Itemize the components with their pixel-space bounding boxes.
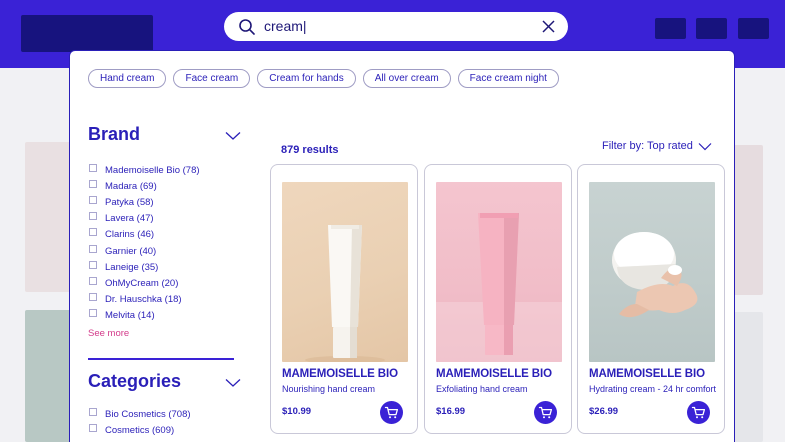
brand-option-label: Clarins (46): [105, 229, 155, 241]
header-button-2[interactable]: [696, 18, 727, 39]
product-brand[interactable]: MAMEMOISELLE BIO: [589, 368, 705, 380]
checkbox[interactable]: [89, 212, 97, 221]
suggestion-chip[interactable]: Face cream night: [457, 69, 559, 88]
brand-option-label: Madara (69): [105, 180, 157, 192]
brand-option-label: Lavera (47): [105, 213, 154, 225]
product-card[interactable]: MAMEMOISELLE BIO Hydrating cream - 24 hr…: [577, 164, 725, 434]
suggestion-chip[interactable]: Cream for hands: [257, 69, 356, 88]
checkbox[interactable]: [89, 423, 97, 432]
product-brand[interactable]: MAMEMOISELLE BIO: [436, 368, 552, 380]
brand-option-label: Melvita (14): [105, 310, 155, 322]
category-option[interactable]: Bio Cosmetics (708): [89, 406, 191, 422]
cream-tube-image: [305, 225, 385, 362]
sort-filter[interactable]: Filter by: Top rated: [602, 140, 693, 152]
brand-option-label: Patyka (58): [105, 196, 154, 208]
brand-option[interactable]: Garnier (40): [89, 243, 200, 259]
brand-option[interactable]: Lavera (47): [89, 211, 200, 227]
background-tile: [25, 142, 75, 292]
brand-facet-title[interactable]: Brand: [88, 124, 140, 145]
checkbox[interactable]: [89, 195, 97, 204]
brand-facet-list: Mademoiselle Bio (78) Madara (69) Patyka…: [89, 162, 200, 324]
brand-option-label: Laneige (35): [105, 261, 159, 273]
product-card[interactable]: MAMEMOISELLE BIO Nourishing hand cream $…: [270, 164, 418, 434]
checkbox[interactable]: [89, 163, 97, 172]
brand-option-label: OhMyCream (20): [105, 277, 179, 289]
add-to-cart-button[interactable]: [687, 401, 710, 424]
search-input[interactable]: cream|: [264, 18, 307, 34]
product-description: Hydrating cream - 24 hr comfort: [589, 384, 717, 394]
category-option-label: Cosmetics (609): [105, 424, 175, 436]
search-bar[interactable]: cream|: [224, 12, 568, 41]
brand-option[interactable]: Madara (69): [89, 178, 200, 194]
brand-option[interactable]: Dr. Hauschka (18): [89, 292, 200, 308]
brand-option-label: Mademoiselle Bio (78): [105, 164, 200, 176]
chevron-down-icon[interactable]: [225, 378, 241, 388]
product-description: Exfoliating hand cream: [436, 384, 528, 394]
checkbox[interactable]: [89, 293, 97, 302]
suggestion-chip[interactable]: All over cream: [362, 69, 451, 88]
product-image[interactable]: [589, 182, 715, 362]
category-option[interactable]: Cosmetics (609): [89, 422, 191, 438]
cart-icon: [538, 406, 553, 419]
brand-option[interactable]: Patyka (58): [89, 194, 200, 210]
chevron-down-icon[interactable]: [698, 142, 712, 151]
suggestion-chips: Hand cream Face cream Cream for hands Al…: [88, 69, 559, 88]
product-description: Nourishing hand cream: [282, 384, 376, 394]
checkbox[interactable]: [89, 179, 97, 188]
checkbox[interactable]: [89, 309, 97, 318]
brand-option-label: Garnier (40): [105, 245, 157, 257]
checkbox[interactable]: [89, 244, 97, 253]
search-suggestions-panel: Hand cream Face cream Cream for hands Al…: [69, 50, 735, 442]
checkbox[interactable]: [89, 276, 97, 285]
background-tile: [733, 145, 763, 295]
cream-tube-image: [436, 213, 562, 362]
checkbox[interactable]: [89, 228, 97, 237]
see-more-link[interactable]: See more: [88, 328, 129, 339]
header-button-1[interactable]: [655, 18, 686, 39]
category-option-label: Bio Cosmetics (708): [105, 408, 191, 420]
product-card[interactable]: MAMEMOISELLE BIO Exfoliating hand cream …: [424, 164, 572, 434]
cart-icon: [691, 406, 706, 419]
product-price: $10.99: [282, 406, 312, 417]
brand-option[interactable]: Melvita (14): [89, 308, 200, 324]
product-price: $16.99: [436, 406, 466, 417]
close-icon[interactable]: [541, 19, 556, 34]
brand-option[interactable]: Laneige (35): [89, 259, 200, 275]
product-price: $26.99: [589, 406, 619, 417]
background-tile: [733, 312, 763, 442]
suggestion-chip[interactable]: Hand cream: [88, 69, 167, 88]
add-to-cart-button[interactable]: [380, 401, 403, 424]
chevron-down-icon[interactable]: [225, 131, 241, 141]
cream-jar-in-hand-image: [612, 232, 698, 318]
checkbox[interactable]: [89, 260, 97, 269]
checkbox[interactable]: [89, 407, 97, 416]
brand-option[interactable]: Mademoiselle Bio (78): [89, 162, 200, 178]
brand-option-label: Dr. Hauschka (18): [105, 294, 182, 306]
add-to-cart-button[interactable]: [534, 401, 557, 424]
results-count: 879 results: [281, 144, 339, 156]
background-tile: [25, 310, 75, 442]
brand-option[interactable]: OhMyCream (20): [89, 275, 200, 291]
cart-icon: [384, 406, 399, 419]
product-image[interactable]: [436, 182, 562, 362]
suggestion-chip[interactable]: Face cream: [173, 69, 251, 88]
categories-facet-list: Bio Cosmetics (708) Cosmetics (609): [89, 406, 191, 438]
logo[interactable]: [21, 15, 153, 52]
brand-option[interactable]: Clarins (46): [89, 227, 200, 243]
header-button-3[interactable]: [738, 18, 769, 39]
product-image[interactable]: [282, 182, 408, 362]
search-icon: [239, 19, 255, 35]
product-brand[interactable]: MAMEMOISELLE BIO: [282, 368, 398, 380]
categories-facet-title[interactable]: Categories: [88, 371, 181, 392]
facet-divider: [88, 358, 234, 360]
